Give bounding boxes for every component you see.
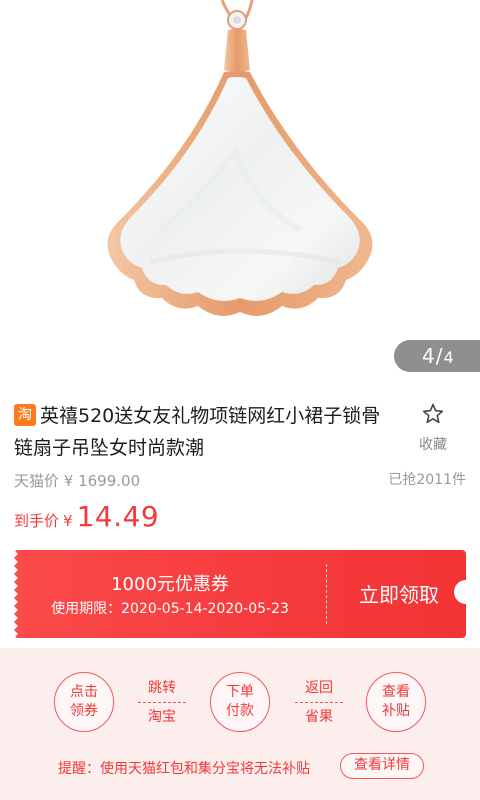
subsidy-panel: 点击 领券 跳转 淘宝 下单 付款 返回 省果 查看 补贴 提醒：使用天猫红包和… — [0, 648, 480, 800]
step-claim-coupon[interactable]: 点击 领券 — [54, 672, 114, 732]
step-order-pay[interactable]: 下单 付款 — [210, 672, 270, 732]
coupon-period: 使用期限：2020-05-14-2020-05-23 — [51, 601, 289, 617]
view-details-button[interactable]: 查看详情 — [340, 753, 424, 779]
sold-count: 已抢2011件 — [388, 472, 466, 488]
step-jump-line1: 跳转 — [138, 678, 186, 703]
step-view-line1: 查看 — [382, 684, 410, 700]
reminder-text: 提醒：使用天猫红包和集分宝将无法补贴 — [58, 761, 310, 777]
product-title-block: 淘英禧520送女友礼物项链网红小裙子锁骨链扇子吊坠女时尚款潮 — [14, 400, 384, 464]
step-order-line1: 下单 — [226, 684, 254, 700]
step-return-save: 返回 省果 — [295, 678, 343, 727]
final-price-label: 到手价 — [14, 512, 60, 530]
step-claim-line1: 点击 — [70, 684, 98, 700]
taobao-badge: 淘 — [14, 404, 36, 426]
step-return-line1: 返回 — [295, 678, 343, 703]
step-order-line2: 付款 — [226, 703, 254, 719]
claim-coupon-button[interactable]: 立即领取 — [334, 579, 464, 608]
final-price: 14.49 — [76, 500, 160, 533]
final-price-row: 到手价 ¥14.49 — [14, 500, 159, 533]
currency-symbol: ¥ — [63, 512, 73, 530]
pendant-image — [107, 0, 373, 316]
step-return-line2: 省果 — [305, 709, 333, 725]
product-title-text: 英禧520送女友礼物项链网红小裙子锁骨链扇子吊坠女时尚款潮 — [14, 405, 381, 459]
page-indicator: 4/4 — [394, 340, 480, 372]
favorite-label: 收藏 — [419, 437, 447, 453]
step-claim-line2: 领券 — [70, 703, 98, 719]
page-current: 4 — [422, 344, 436, 368]
step-jump-line2: 淘宝 — [148, 709, 176, 725]
product-title: 淘英禧520送女友礼物项链网红小裙子锁骨链扇子吊坠女时尚款潮 — [14, 400, 384, 464]
step-view-subsidy[interactable]: 查看 补贴 — [366, 672, 426, 732]
favorite-button[interactable]: 收藏 — [408, 402, 458, 454]
coupon-amount: 1000元优惠券 — [111, 574, 229, 595]
page-total: 4 — [443, 348, 455, 367]
product-image[interactable]: 4/4 — [0, 0, 480, 385]
coupon-divider — [326, 564, 327, 624]
star-icon — [422, 403, 444, 424]
original-price: 天猫价 ¥ 1699.00 — [14, 472, 141, 490]
step-view-line2: 补贴 — [382, 703, 410, 719]
coupon-card[interactable]: 1000元优惠券 使用期限：2020-05-14-2020-05-23 立即领取 — [14, 550, 466, 638]
step-jump-taobao: 跳转 淘宝 — [138, 678, 186, 727]
